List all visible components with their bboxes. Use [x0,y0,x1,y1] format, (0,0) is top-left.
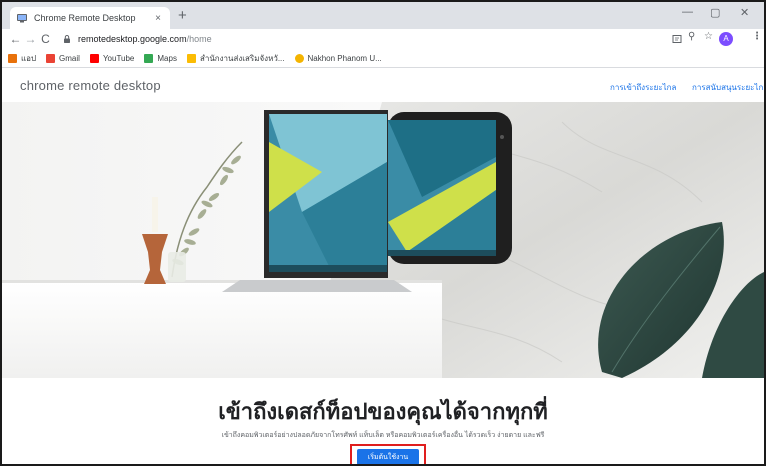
address-bar[interactable]: remotedesktop.google.com/home [62,31,682,47]
hero-illustration [2,102,764,378]
browser-toolbar: ← → C remotedesktop.google.com/home ⚲ ☆ … [2,29,764,49]
maps-icon [144,53,154,63]
bookmark-item[interactable]: สำนักงานส่งเสริมจังหวั... [186,52,285,65]
back-icon[interactable]: ← [8,32,23,46]
forward-icon[interactable]: → [23,32,38,46]
zoom-icon[interactable]: ⚲ [688,31,695,42]
bookmark-label: แอป [21,53,37,63]
url-path: /home [186,34,212,44]
cast-icon[interactable] [672,34,682,44]
maximize-button[interactable]: ▢ [710,6,720,19]
tablet-taskbar [388,250,496,256]
remote-desktop-favicon-icon [17,14,27,23]
window-close-button[interactable]: ✕ [740,6,749,19]
nav-remote-access[interactable]: การเข้าถึงระยะไกล [610,81,676,94]
reload-icon[interactable]: C [38,32,53,46]
laptop-base [222,280,412,292]
minimize-button[interactable]: — [682,6,693,18]
tab-close-icon[interactable]: × [152,13,164,24]
tab-strip: Chrome Remote Desktop × + — ▢ ✕ [2,2,764,29]
nav-remote-support[interactable]: การสนับสนุนระยะไกล [692,81,764,94]
laptop-taskbar [269,265,387,272]
site-logo[interactable]: chrome remote desktop [20,78,161,93]
bookmark-item[interactable]: YouTube [89,53,135,63]
gmail-icon [46,53,56,63]
new-tab-button[interactable]: + [178,7,187,25]
profile-avatar[interactable]: A [719,32,733,46]
bookmark-item[interactable]: Gmail [46,53,80,63]
browser-window: Chrome Remote Desktop × + — ▢ ✕ ← → C re… [0,0,766,466]
page-headline: เข้าถึงเดสก์ท็อปของคุณได้จากทุกที่ [218,399,548,424]
bookmarks-bar: แอป Gmail YouTube Maps สำนักงานส่งเสริมจังหว… [2,49,764,68]
bookmark-item[interactable]: Maps [144,53,177,63]
main-content: เข้าถึงเดสก์ท็อปของคุณได้จากทุกที่ เข้าถ… [2,378,764,464]
candle [152,197,158,232]
bookmark-label: Nakhon Phanom U... [307,53,382,63]
bookmark-label: YouTube [102,53,135,63]
browser-tab[interactable]: Chrome Remote Desktop × [10,7,170,29]
bookmark-item[interactable]: Nakhon Phanom U... [294,53,382,63]
folder-icon [186,53,196,63]
bookmark-label: Maps [157,53,177,63]
hero-scene [2,102,764,378]
url-text: remotedesktop.google.com/home [78,34,212,44]
apps-grid-icon [8,53,17,63]
bookmark-label: สำนักงานส่งเสริมจังหวั... [199,53,285,63]
get-started-button[interactable]: เริ่มต้นใช้งาน [357,449,419,464]
youtube-icon [89,53,99,63]
tab-title: Chrome Remote Desktop [34,13,136,23]
menu-kebab-icon[interactable]: ⋮ [752,31,762,42]
lock-icon [64,35,70,43]
bookmark-label: Gmail [59,53,80,63]
site-icon [294,53,304,63]
vase-glass [168,252,186,282]
site-header: chrome remote desktop การเข้าถึงระยะไกล … [2,68,764,102]
bookmark-star-icon[interactable]: ☆ [704,31,713,42]
page-subtext: เข้าถึงคอมพิวเตอร์อย่างปลอดภัยจากโทรศัพท… [221,432,545,439]
bookmark-item[interactable]: แอป [8,52,36,65]
desk-surface [2,282,442,378]
url-host: remotedesktop.google.com [78,34,187,44]
tablet-camera [500,135,504,139]
